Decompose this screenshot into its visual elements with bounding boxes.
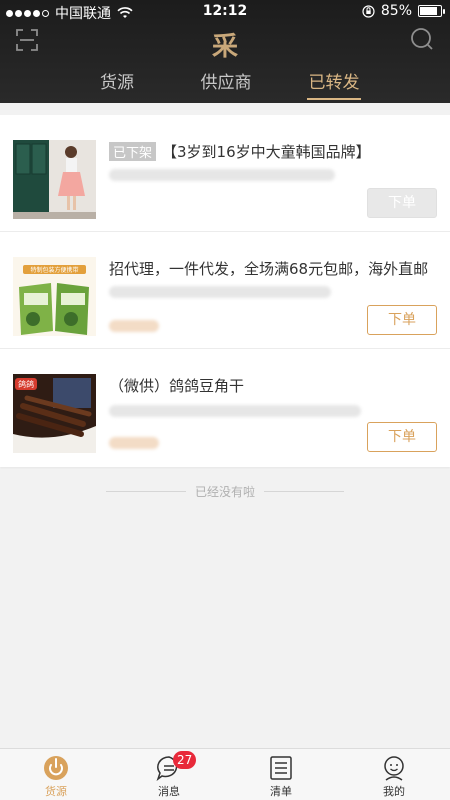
divider [264,491,344,492]
list-item[interactable]: 已下架 【3岁到16岁中大童韩国品牌】 下单 [0,115,450,232]
product-title[interactable]: （微供）鸽鸽豆角干 [109,375,439,396]
end-text: 已经没有啦 [194,485,255,499]
product-thumbnail[interactable] [13,140,96,219]
product-thumbnail[interactable]: 特制包装方便携带 [13,257,96,336]
source-icon [43,755,69,781]
battery-percent: 85% [380,3,412,19]
profile-icon [381,755,407,781]
nav-label: 清单 [270,785,292,798]
blurred-supplier [109,169,335,181]
blurred-price [109,437,159,449]
order-button[interactable]: 下单 [367,188,437,218]
app-header: 中国联通 12:12 85% 采 货源 供应商 已转发 [0,0,450,103]
order-button[interactable]: 下单 [367,422,437,452]
nav-label: 消息 [158,785,180,798]
tab-forwarded[interactable]: 已转发 [307,68,361,100]
app-logo: 采 [211,32,238,62]
message-count-badge: 27 [173,751,197,769]
nav-source[interactable]: 货源 [16,755,96,799]
product-title-text: 【3岁到16岁中大童韩国品牌】 [162,143,371,161]
search-icon[interactable] [410,27,434,51]
bottom-nav: 货源 27 消息 清单 我的 [0,748,450,800]
offline-tag: 已下架 [109,142,157,161]
product-title[interactable]: 招代理，一件代发，全场满68元包邮，海外直邮 [109,258,439,279]
forwarded-list: 已下架 【3岁到16岁中大童韩国品牌】 下单 特制包装方便携带 招代理，一件代发，… [0,115,450,467]
divider [106,491,186,492]
rotation-lock-icon [362,4,375,18]
thumb-caption: 特制包装方便携带 [30,266,78,274]
product-thumbnail[interactable]: 鸽鸽 [13,374,96,453]
list-item[interactable]: 鸽鸽 （微供）鸽鸽豆角干 下单 [0,349,450,466]
nav-label: 我的 [383,785,405,798]
product-title[interactable]: 已下架 【3岁到16岁中大童韩国品牌】 [109,141,439,162]
blurred-price [109,320,159,332]
nav-label: 货源 [45,785,67,798]
thumb-badge: 鸽鸽 [18,379,34,389]
blurred-supplier [109,286,331,298]
top-bar: 采 [0,24,450,62]
nav-profile[interactable]: 我的 [354,755,434,799]
order-button[interactable]: 下单 [367,305,437,335]
battery-info: 85% [362,3,445,19]
list-item[interactable]: 特制包装方便携带 招代理，一件代发，全场满68元包邮，海外直邮 下单 [0,232,450,349]
battery-icon [418,5,445,17]
end-of-list: 已经没有啦 [0,483,450,501]
nav-message[interactable]: 27 消息 [129,751,209,799]
blurred-supplier [109,405,361,417]
tab-bar: 货源 供应商 已转发 [0,62,450,100]
list-icon [268,755,294,781]
nav-list[interactable]: 清单 [241,755,321,799]
status-bar: 中国联通 12:12 85% [0,0,450,24]
tab-supplier[interactable]: 供应商 [198,68,254,100]
tab-source[interactable]: 货源 [94,68,140,100]
message-icon: 27 [156,751,197,782]
